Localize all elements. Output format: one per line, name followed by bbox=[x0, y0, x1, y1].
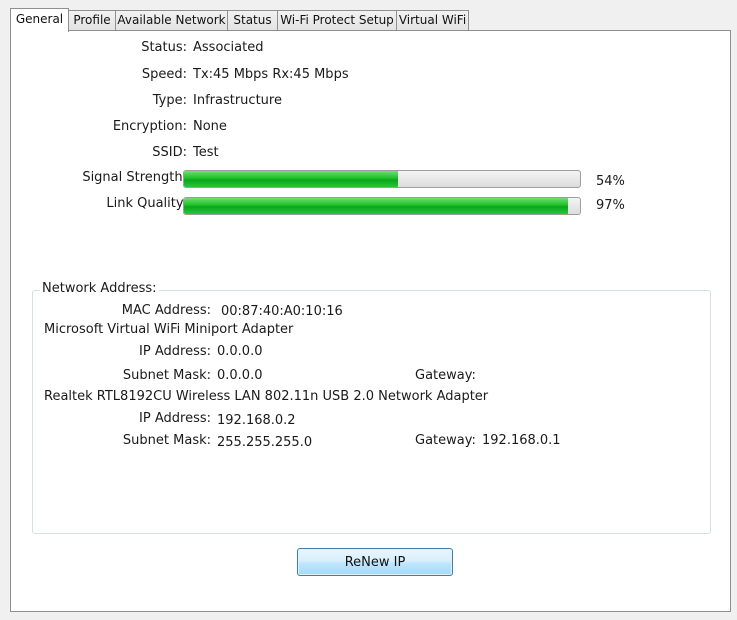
gateway-label: Gateway: bbox=[415, 368, 476, 383]
mac-address-value: 00:87:40:A0:10:16 bbox=[221, 304, 343, 319]
tab-wifi-protect-setup[interactable]: Wi-Fi Protect Setup bbox=[277, 10, 397, 30]
link-quality-percent: 97% bbox=[596, 198, 625, 213]
status-label: Status: bbox=[141, 40, 187, 55]
tab-status[interactable]: Status bbox=[227, 10, 278, 30]
encryption-value: None bbox=[193, 119, 227, 134]
type-label: Type: bbox=[152, 93, 187, 108]
tab-profile[interactable]: Profile bbox=[68, 10, 116, 30]
subnet-mask-label: Subnet Mask: bbox=[122, 433, 211, 448]
tab-general[interactable]: General bbox=[10, 8, 69, 32]
tab-available-network[interactable]: Available Network bbox=[115, 10, 228, 30]
ip-address-value: 0.0.0.0 bbox=[217, 344, 263, 359]
ssid-label: SSID: bbox=[152, 145, 187, 160]
network-address-title: Network Address: bbox=[40, 281, 159, 296]
signal-strength-percent: 54% bbox=[596, 174, 625, 189]
signal-strength-fill bbox=[184, 171, 398, 187]
status-value: Associated bbox=[193, 40, 264, 55]
subnet-mask-value: 255.255.255.0 bbox=[217, 435, 313, 450]
link-quality-bar bbox=[183, 197, 581, 215]
subnet-mask-value: 0.0.0.0 bbox=[217, 368, 263, 383]
wireless-utility-window: General Profile Available Network Status… bbox=[0, 0, 737, 620]
gateway-label: Gateway: bbox=[415, 433, 476, 448]
encryption-label: Encryption: bbox=[112, 119, 187, 134]
adapter-name: Microsoft Virtual WiFi Miniport Adapter bbox=[44, 322, 294, 337]
mac-address-label: MAC Address: bbox=[121, 303, 211, 318]
renew-ip-button[interactable]: ReNew IP bbox=[297, 548, 453, 576]
ip-address-label: IP Address: bbox=[139, 411, 211, 426]
gateway-value: 192.168.0.1 bbox=[482, 433, 561, 448]
speed-label: Speed: bbox=[141, 67, 187, 82]
ip-address-value: 192.168.0.2 bbox=[217, 413, 296, 428]
signal-strength-bar bbox=[183, 170, 581, 188]
tab-virtual-wifi[interactable]: Virtual WiFi bbox=[396, 10, 469, 30]
ip-address-label: IP Address: bbox=[139, 344, 211, 359]
adapter-name: Realtek RTL8192CU Wireless LAN 802.11n U… bbox=[44, 389, 489, 404]
ssid-value: Test bbox=[193, 145, 219, 160]
link-quality-fill bbox=[184, 198, 569, 214]
link-quality-label: Link Quality: bbox=[106, 196, 187, 211]
signal-strength-label: Signal Strength: bbox=[82, 170, 187, 185]
subnet-mask-label: Subnet Mask: bbox=[122, 368, 211, 383]
speed-value: Tx:45 Mbps Rx:45 Mbps bbox=[193, 67, 349, 82]
general-panel: Status: Associated Speed: Tx:45 Mbps Rx:… bbox=[10, 30, 731, 612]
type-value: Infrastructure bbox=[193, 93, 282, 108]
